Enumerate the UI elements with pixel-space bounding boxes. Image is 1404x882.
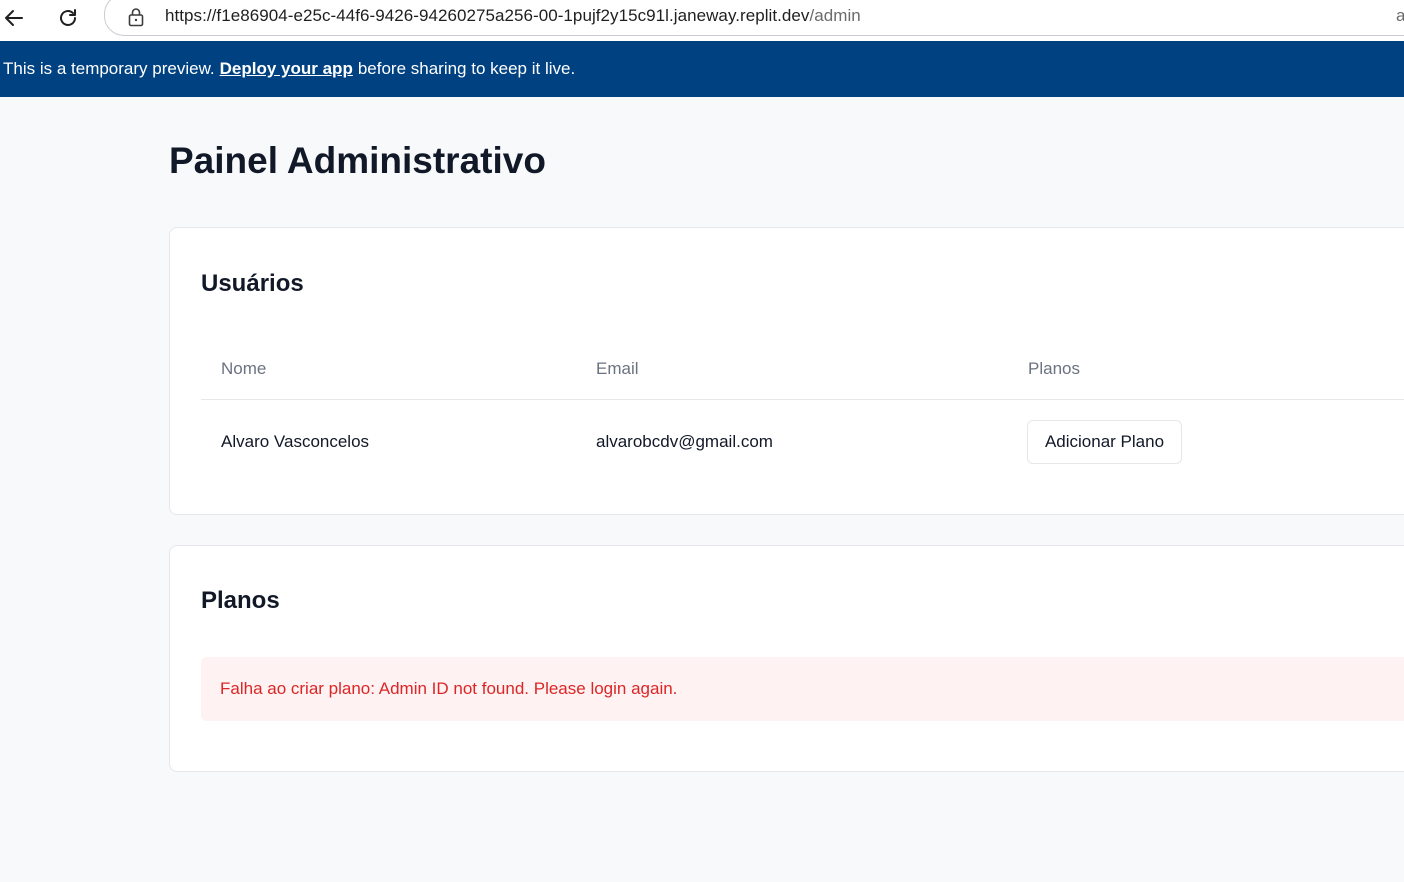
column-header-email: Email <box>596 359 639 378</box>
arrow-left-icon <box>5 10 23 26</box>
back-button[interactable] <box>0 4 28 32</box>
url-text[interactable]: https://f1e86904-e25c-44f6-9426-94260275… <box>165 6 861 26</box>
deploy-link[interactable]: Deploy your app <box>220 59 353 79</box>
table-divider <box>201 399 1404 400</box>
banner-prefix: This is a temporary preview. <box>3 59 215 78</box>
plans-title: Planos <box>201 587 280 614</box>
add-plan-button[interactable]: Adicionar Plano <box>1027 420 1182 464</box>
url-host: https://f1e86904-e25c-44f6-9426-94260275… <box>165 6 810 25</box>
banner-suffix: before sharing to keep it live. <box>357 59 576 78</box>
users-title: Usuários <box>201 270 304 297</box>
preview-banner: This is a temporary preview. Deploy your… <box>0 41 1404 97</box>
url-path: /admin <box>809 6 861 25</box>
column-header-name: Nome <box>221 359 267 378</box>
user-name-cell: Alvaro Vasconcelos <box>221 432 370 451</box>
reload-icon <box>60 9 76 26</box>
reload-button[interactable] <box>54 4 82 32</box>
lock-icon[interactable] <box>127 7 145 27</box>
browser-toolbar: https://f1e86904-e25c-44f6-9426-94260275… <box>0 0 1404 41</box>
error-message: Falha ao criar plano: Admin ID not found… <box>220 679 678 698</box>
users-card: Usuários Nome Email Planos Alvaro Vascon… <box>169 227 1404 515</box>
user-email-cell: alvarobcdv@gmail.com <box>596 432 773 451</box>
error-alert: Falha ao criar plano: Admin ID not found… <box>201 657 1404 721</box>
page-title: Painel Administrativo <box>169 140 546 181</box>
toolbar-extra-text[interactable]: a <box>1396 6 1404 26</box>
column-header-plans: Planos <box>1028 359 1080 378</box>
plans-card: Planos Falha ao criar plano: Admin ID no… <box>169 545 1404 772</box>
